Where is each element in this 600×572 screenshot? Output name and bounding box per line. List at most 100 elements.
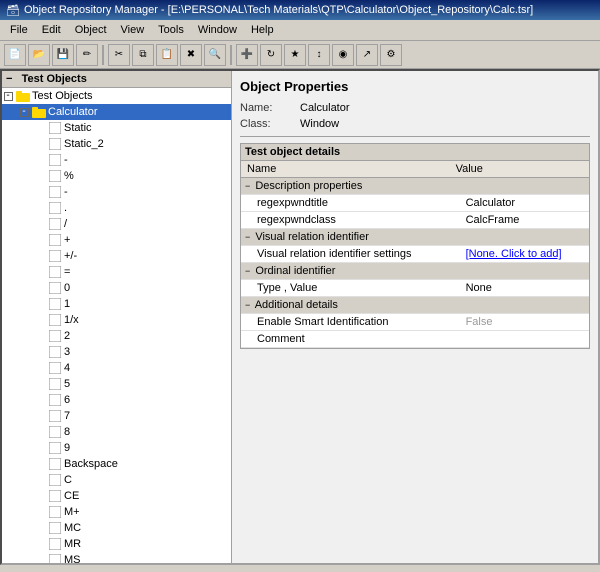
col-value: Value: [450, 161, 589, 178]
tree-item-c[interactable]: C: [2, 472, 231, 488]
tree-item-percent[interactable]: %: [2, 168, 231, 184]
collapse-icon[interactable]: −: [245, 181, 250, 191]
menu-item-view[interactable]: View: [115, 22, 151, 38]
tree-label-minus: -: [64, 186, 68, 198]
detail-name: Type , Value: [241, 280, 450, 297]
section-label: − Additional details: [241, 297, 589, 314]
tree-expand-static2: [34, 138, 46, 150]
tree-item-eight[interactable]: 8: [2, 424, 231, 440]
toolbar-btn-0[interactable]: 📄: [4, 44, 26, 66]
tree-header: − Test Objects: [2, 71, 231, 88]
tree-item-zero[interactable]: 0: [2, 280, 231, 296]
tree-item-four[interactable]: 4: [2, 360, 231, 376]
tree-item-five[interactable]: 5: [2, 376, 231, 392]
tree-item-two[interactable]: 2: [2, 328, 231, 344]
tree-item-mc[interactable]: MC: [2, 520, 231, 536]
tree-expand-backspace: [34, 458, 46, 470]
tree-icon-plus: [48, 233, 62, 247]
toolbar-btn-3[interactable]: ✏: [76, 44, 98, 66]
toolbar-btn-12[interactable]: ↻: [260, 44, 282, 66]
tree-label-mr: MR: [64, 538, 81, 550]
toolbar-btn-15[interactable]: ◉: [332, 44, 354, 66]
section-label: − Description properties: [241, 178, 589, 195]
toolbar-btn-17[interactable]: ⚙: [380, 44, 402, 66]
tree-icon-dash: [48, 153, 62, 167]
toolbar-btn-8[interactable]: ✖: [180, 44, 202, 66]
obj-props-title: Object Properties: [240, 79, 590, 94]
tree-icon-minus: [48, 185, 62, 199]
title-bar: 🗃 Object Repository Manager - [E:\PERSON…: [0, 0, 600, 20]
collapse-icon[interactable]: −: [245, 266, 250, 276]
tree-expand-onex: [34, 314, 46, 326]
toolbar-btn-1[interactable]: 📂: [28, 44, 50, 66]
tree-item-static[interactable]: Static: [2, 120, 231, 136]
tree-label-plus: +: [64, 234, 70, 246]
menu-item-object[interactable]: Object: [69, 22, 113, 38]
toolbar-btn-2[interactable]: 💾: [52, 44, 74, 66]
tree-item-backspace[interactable]: Backspace: [2, 456, 231, 472]
tree-icon-two: [48, 329, 62, 343]
tree-label-ms: MS: [64, 554, 81, 563]
tree-item-dash[interactable]: -: [2, 152, 231, 168]
tree-expand-calculator[interactable]: -: [18, 106, 30, 118]
tree-item-plusminus[interactable]: +/-: [2, 248, 231, 264]
tree-label-six: 6: [64, 394, 70, 406]
toolbar-btn-11[interactable]: ➕: [236, 44, 258, 66]
tree-expand-mr: [34, 538, 46, 550]
class-label: Class:: [240, 118, 300, 130]
tree-expand-six: [34, 394, 46, 406]
tree-item-ms[interactable]: MS: [2, 552, 231, 563]
toolbar-btn-6[interactable]: ⧉: [132, 44, 154, 66]
tree-item-static2[interactable]: Static_2: [2, 136, 231, 152]
tree-item-seven[interactable]: 7: [2, 408, 231, 424]
title-bar-label: Object Repository Manager - [E:\PERSONAL…: [24, 4, 533, 16]
tree-item-mplus[interactable]: M+: [2, 504, 231, 520]
tree-item-minus[interactable]: -: [2, 184, 231, 200]
menu-item-tools[interactable]: Tools: [152, 22, 190, 38]
tree-item-slash[interactable]: /: [2, 216, 231, 232]
tree-expand-nine: [34, 442, 46, 454]
toolbar-btn-7[interactable]: 📋: [156, 44, 178, 66]
menu-item-window[interactable]: Window: [192, 22, 243, 38]
tree-item-root[interactable]: -Test Objects: [2, 88, 231, 104]
tree-label-seven: 7: [64, 410, 70, 422]
tree-item-calculator[interactable]: -Calculator: [2, 104, 231, 120]
tree-header-label: Test Objects: [22, 73, 87, 85]
tree-item-ce[interactable]: CE: [2, 488, 231, 504]
tree-item-equals[interactable]: =: [2, 264, 231, 280]
tree-label-ce: CE: [64, 490, 79, 502]
tree-expand-five: [34, 378, 46, 390]
tree-expand-slash: [34, 218, 46, 230]
tree-expand-root[interactable]: −: [6, 73, 12, 85]
tree-expand-eight: [34, 426, 46, 438]
tree-item-six[interactable]: 6: [2, 392, 231, 408]
menu-item-edit[interactable]: Edit: [36, 22, 67, 38]
tree-icon-three: [48, 345, 62, 359]
tree-label-three: 3: [64, 346, 70, 358]
detail-value: False: [450, 314, 589, 331]
tree-item-mr[interactable]: MR: [2, 536, 231, 552]
tree-icon-equals: [48, 265, 62, 279]
tree-label-slash: /: [64, 218, 67, 230]
tree-item-plus[interactable]: +: [2, 232, 231, 248]
tree-item-three[interactable]: 3: [2, 344, 231, 360]
toolbar-btn-16[interactable]: ↗: [356, 44, 378, 66]
menu-item-file[interactable]: File: [4, 22, 34, 38]
detail-row: Type , ValueNone: [241, 280, 589, 297]
collapse-icon[interactable]: −: [245, 300, 250, 310]
menu-bar: FileEditObjectViewToolsWindowHelp: [0, 20, 600, 41]
tree-item-one[interactable]: 1: [2, 296, 231, 312]
menu-item-help[interactable]: Help: [245, 22, 280, 38]
collapse-icon[interactable]: −: [245, 232, 250, 242]
tree-item-nine[interactable]: 9: [2, 440, 231, 456]
toolbar-btn-13[interactable]: ★: [284, 44, 306, 66]
tree-item-dot[interactable]: .: [2, 200, 231, 216]
tree-expand-root[interactable]: -: [2, 90, 14, 102]
toolbar-btn-14[interactable]: ↕: [308, 44, 330, 66]
detail-value[interactable]: [None. Click to add]: [450, 246, 589, 263]
tree-item-onex[interactable]: 1/x: [2, 312, 231, 328]
toolbar-btn-9[interactable]: 🔍: [204, 44, 226, 66]
detail-name: Comment: [241, 331, 450, 348]
details-section: Test object details Name Value − Descrip…: [240, 143, 590, 349]
toolbar-btn-5[interactable]: ✂: [108, 44, 130, 66]
